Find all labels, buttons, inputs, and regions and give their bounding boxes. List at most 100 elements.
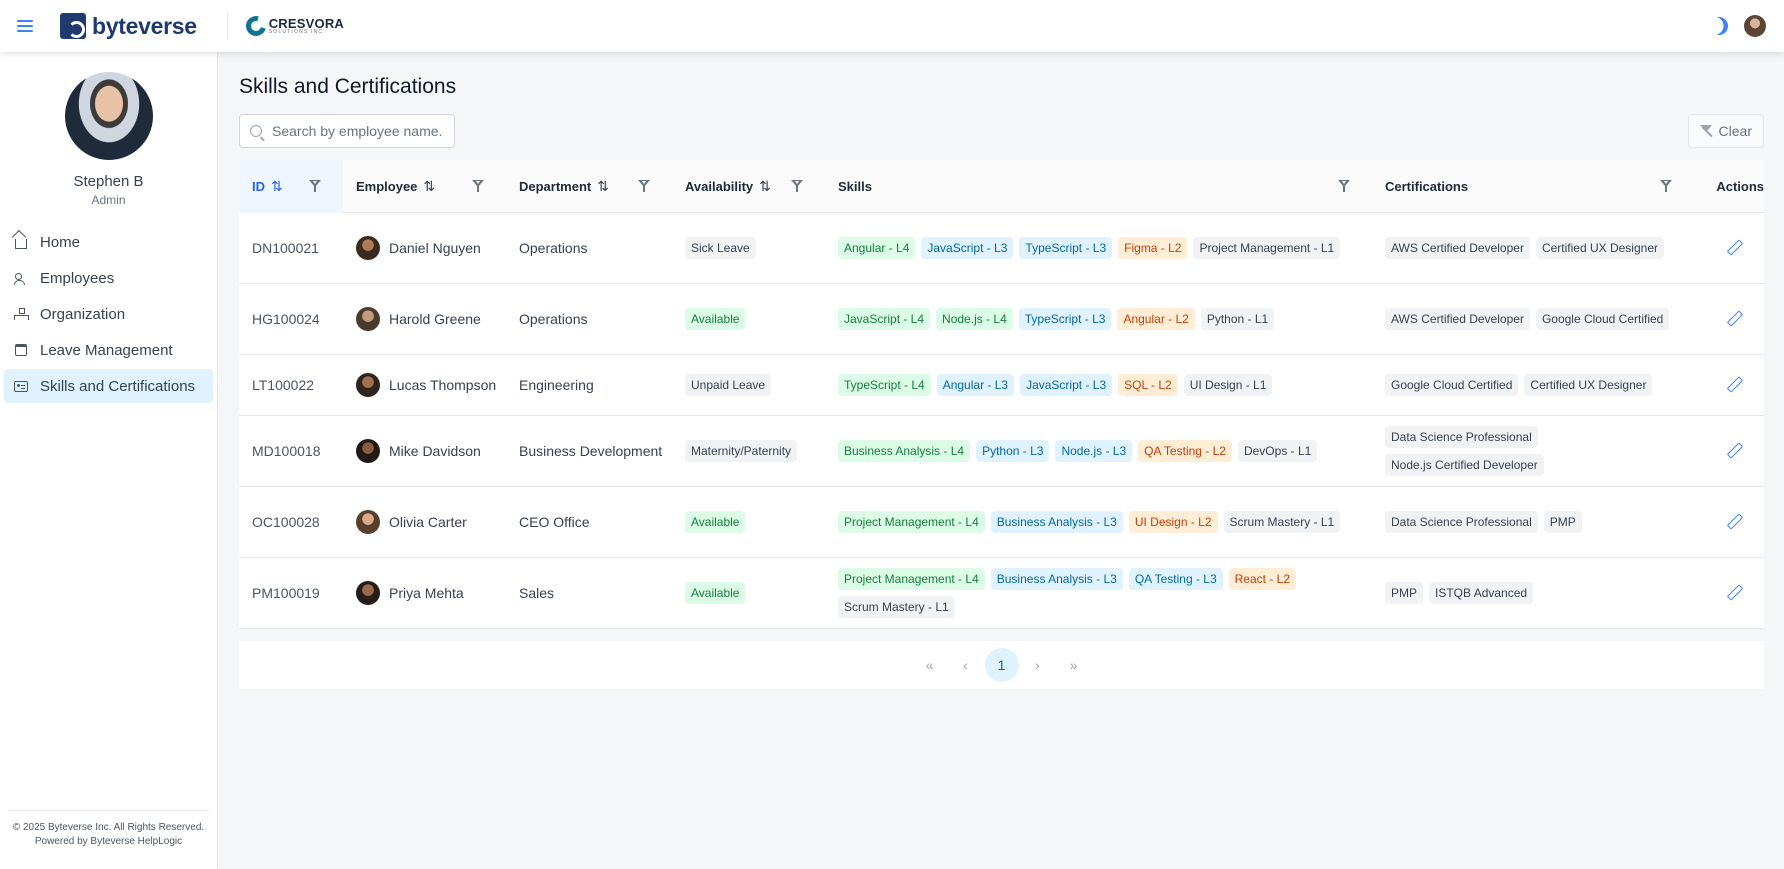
certification-badge: AWS Certified Developer [1385, 308, 1530, 330]
certification-badge: Data Science Professional [1385, 511, 1538, 533]
divider [226, 12, 228, 40]
cell-id: PM100019 [252, 585, 320, 601]
search-input[interactable] [272, 123, 442, 139]
skill-badge: Angular - L4 [838, 237, 916, 259]
cell-department: Operations [506, 239, 672, 258]
column-label: Availability [685, 178, 754, 194]
skill-badge: TypeScript - L3 [1019, 237, 1113, 259]
sort-icon[interactable]: ⇅ [759, 178, 771, 195]
cell-skills: TypeScript - L4 Angular - L3 JavaScript - … [825, 371, 1372, 399]
sidebar-item-leave-management[interactable]: Leave Management [4, 333, 213, 367]
edit-icon[interactable] [1726, 240, 1742, 256]
cell-skills: JavaScript - L4 Node.js - L4 TypeScript - … [825, 305, 1372, 333]
filter-icon[interactable] [638, 180, 650, 192]
cell-availability: Available [672, 305, 825, 333]
employee-avatar [356, 307, 380, 331]
availability-badge: Maternity/Paternity [685, 440, 798, 462]
edit-icon[interactable] [1726, 311, 1742, 327]
table-row: DN100021 Daniel Nguyen Operations Sick L… [239, 213, 1764, 284]
last-page-button[interactable]: » [1057, 648, 1091, 682]
department-name: Operations [519, 310, 588, 327]
cell-employee: Lucas Thompson [343, 373, 506, 397]
clear-filters-button[interactable]: Clear [1687, 114, 1764, 148]
brand-logo[interactable]: byteverse [60, 13, 197, 40]
first-page-button[interactable]: « [913, 648, 947, 682]
skill-badge: TypeScript - L3 [1018, 308, 1112, 330]
cell-skills: Business Analysis - L4 Python - L3 Node.js… [825, 437, 1372, 465]
filter-clear-icon [1699, 124, 1713, 138]
client-logo: CRESVORA SOLUTIONS INC. [242, 12, 344, 40]
certification-badge: Google Cloud Certified [1535, 308, 1670, 330]
skill-badge: UI Design - L2 [1128, 511, 1218, 533]
sort-ascending-icon[interactable]: ⇅ [271, 178, 283, 195]
sidebar-item-skills-and-certifications[interactable]: Skills and Certifications [4, 369, 213, 403]
dark-mode-toggle-icon[interactable] [1707, 14, 1731, 38]
filter-icon[interactable] [1660, 180, 1672, 192]
skill-badge: Angular - L3 [936, 374, 1015, 396]
column-header-department[interactable]: Department ⇅ [506, 160, 672, 213]
department-name: Operations [519, 239, 588, 256]
edit-icon[interactable] [1726, 514, 1742, 530]
home-icon [14, 235, 28, 249]
sidebar-item-home[interactable]: Home [4, 225, 213, 259]
skill-badge: React - L2 [1228, 568, 1296, 590]
profile: Stephen B Admin [0, 52, 217, 207]
cell-certifications: Data Science Professional Node.js Certifi… [1372, 423, 1694, 479]
certification-badge: Certified UX Designer [1524, 374, 1653, 396]
employee-name[interactable]: Daniel Nguyen [389, 239, 481, 258]
column-label: Actions [1716, 178, 1764, 194]
cell-certifications: Google Cloud Certified Certified UX Desig… [1372, 371, 1694, 399]
menu-icon[interactable] [17, 20, 33, 32]
cell-id: DN100021 [252, 240, 319, 256]
department-name: CEO Office [519, 513, 590, 530]
availability-badge: Available [685, 308, 746, 330]
employee-name[interactable]: Mike Davidson [389, 442, 481, 461]
sort-icon[interactable]: ⇅ [597, 178, 609, 195]
department-name: Sales [519, 584, 555, 601]
skill-badge: Project Management - L1 [1193, 237, 1341, 259]
sidebar: Stephen B Admin Home Employees Organizat… [0, 52, 218, 869]
profile-role: Admin [91, 193, 126, 207]
cell-availability: Available [672, 508, 825, 536]
cell-employee: Priya Mehta [343, 581, 506, 605]
previous-page-button[interactable]: ‹ [949, 648, 983, 682]
profile-photo [64, 72, 153, 160]
column-header-id[interactable]: ID ⇅ [239, 159, 343, 213]
cresvora-logo-icon [242, 12, 270, 40]
filter-icon[interactable] [309, 180, 321, 192]
cell-id: LT100022 [252, 377, 315, 393]
column-header-employee[interactable]: Employee ⇅ [343, 160, 506, 213]
certification-badge: Data Science Professional [1385, 426, 1538, 448]
employee-name[interactable]: Priya Mehta [389, 584, 464, 603]
cell-actions [1694, 585, 1764, 601]
search-icon [250, 125, 262, 137]
edit-icon[interactable] [1726, 585, 1742, 601]
table-row: OC100028 Olivia Carter CEO Office Availa… [239, 487, 1764, 558]
skill-badge: DevOps - L1 [1237, 440, 1318, 462]
clear-button-label: Clear [1718, 123, 1752, 139]
calendar-icon [14, 343, 28, 357]
employee-name[interactable]: Lucas Thompson [389, 376, 496, 395]
availability-badge: Unpaid Leave [685, 374, 772, 396]
filter-icon[interactable] [1338, 180, 1350, 192]
sidebar-item-employees[interactable]: Employees [4, 261, 213, 295]
employee-name[interactable]: Olivia Carter [389, 513, 467, 532]
page-1-button[interactable]: 1 [984, 648, 1019, 682]
cell-employee: Olivia Carter [343, 510, 506, 534]
cell-certifications: PMP ISTQB Advanced [1372, 579, 1694, 607]
user-avatar[interactable] [1744, 15, 1766, 37]
edit-icon[interactable] [1726, 377, 1742, 393]
skill-badge: JavaScript - L4 [838, 308, 931, 330]
profile-name: Stephen B [73, 173, 144, 190]
edit-icon[interactable] [1726, 443, 1742, 459]
next-page-button[interactable]: › [1021, 648, 1055, 682]
cell-skills: Angular - L4 JavaScript - L3 TypeScript - … [825, 234, 1372, 262]
sidebar-item-label: Skills and Certifications [40, 377, 196, 395]
column-header-availability[interactable]: Availability ⇅ [672, 160, 825, 213]
filter-icon[interactable] [791, 180, 803, 192]
employee-name[interactable]: Harold Greene [389, 310, 481, 329]
sidebar-item-organization[interactable]: Organization [4, 297, 213, 331]
sort-icon[interactable]: ⇅ [423, 178, 435, 195]
filter-icon[interactable] [472, 180, 484, 192]
skill-badge: Project Management - L4 [838, 568, 985, 590]
